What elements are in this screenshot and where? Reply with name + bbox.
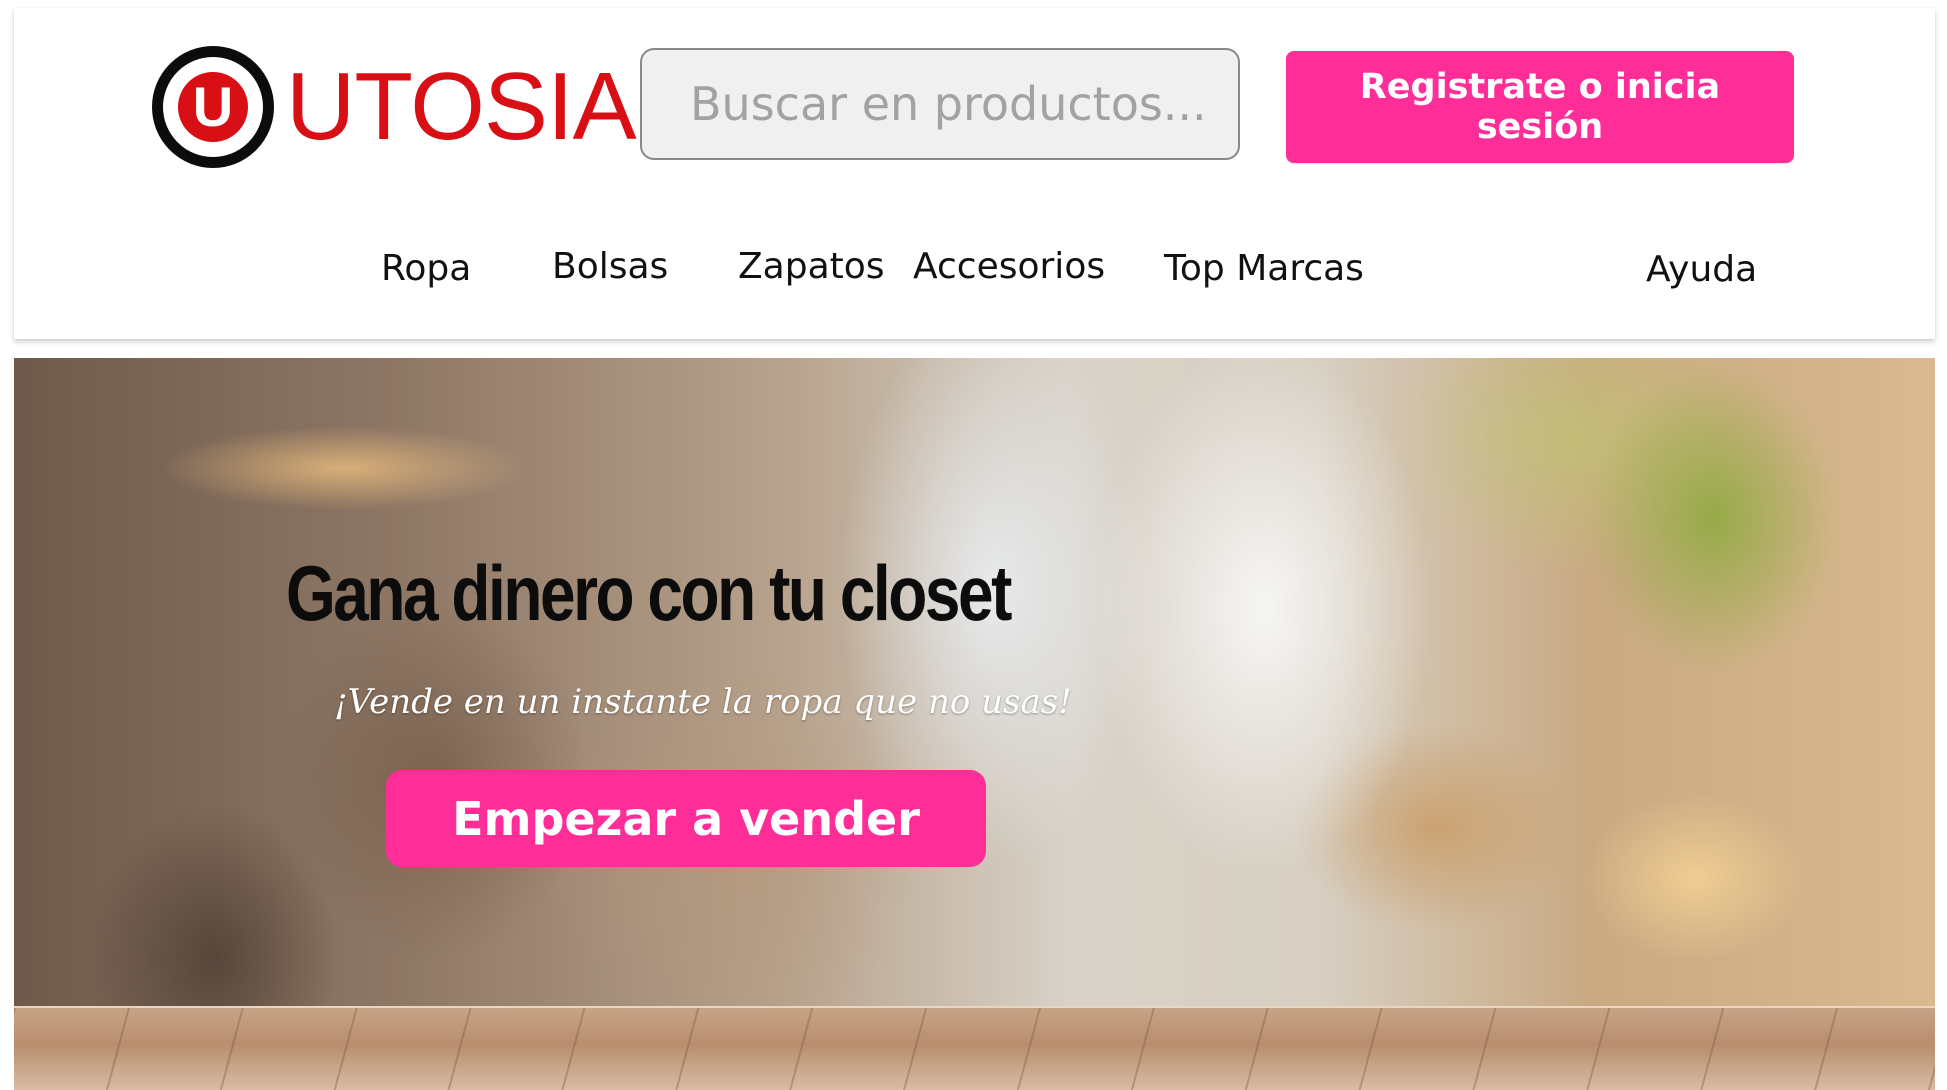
logo-mark: U xyxy=(152,46,274,168)
logo-mark-letter: U xyxy=(178,72,248,142)
page: U UTOSIA Registrate o inicia sesión Ropa… xyxy=(0,0,1947,1090)
logo-text: UTOSIA xyxy=(286,53,637,160)
hero-banner: Gana dinero con tu closet ¡Vende en un i… xyxy=(14,358,1935,1090)
login-register-button[interactable]: Registrate o inicia sesión xyxy=(1286,51,1794,163)
nav-item-accesorios[interactable]: Accesorios xyxy=(913,246,1105,287)
site-header: U UTOSIA Registrate o inicia sesión Ropa… xyxy=(14,8,1935,339)
hero-title: Gana dinero con tu closet xyxy=(286,549,1012,637)
logo[interactable]: U UTOSIA xyxy=(152,46,637,168)
nav-item-top-marcas[interactable]: Top Marcas xyxy=(1164,248,1364,289)
search-input[interactable] xyxy=(640,48,1240,160)
nav-item-zapatos[interactable]: Zapatos xyxy=(738,246,885,287)
wood-floor-background xyxy=(14,1006,1935,1090)
nav-item-ropa[interactable]: Ropa xyxy=(381,248,471,289)
nav-item-ayuda[interactable]: Ayuda xyxy=(1646,249,1757,290)
start-selling-button[interactable]: Empezar a vender xyxy=(386,770,986,867)
nav-item-bolsas[interactable]: Bolsas xyxy=(552,246,668,287)
hero-subtitle: ¡Vende en un instante la ropa que no usa… xyxy=(334,682,1072,722)
